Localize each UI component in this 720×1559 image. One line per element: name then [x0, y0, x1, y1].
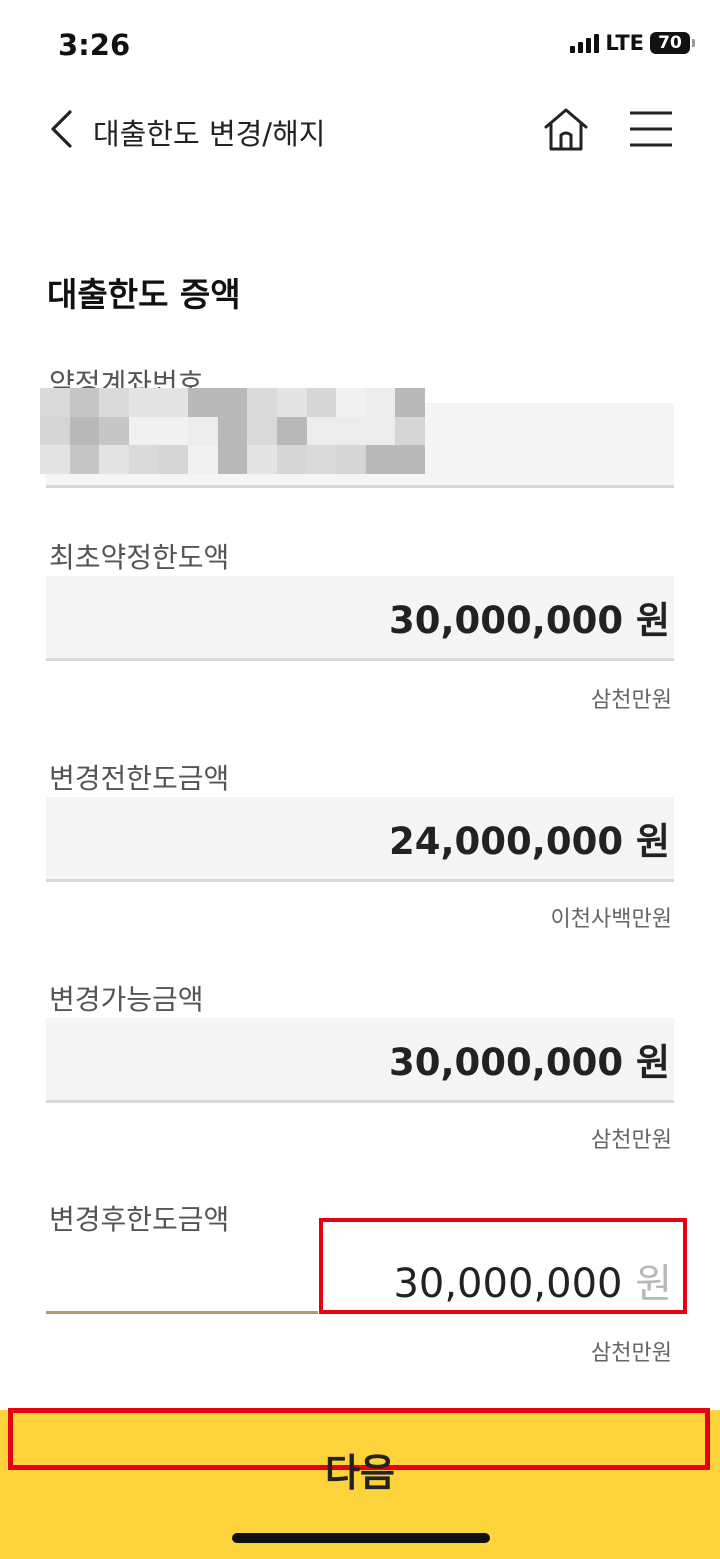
mosaic-cell	[247, 445, 277, 474]
limit-before-value: 24,000,000 원	[389, 820, 670, 863]
mosaic-cell	[365, 445, 396, 474]
initial-limit-value: 30,000,000 원	[389, 599, 670, 642]
mosaic-cell	[99, 445, 129, 474]
limit-after-label: 변경후한도금액	[49, 1203, 230, 1236]
mosaic-cell	[395, 445, 425, 474]
signal-icon	[570, 33, 600, 53]
home-indicator	[232, 1533, 490, 1543]
initial-limit-label: 최초약정한도액	[49, 541, 230, 574]
mosaic-cell	[69, 416, 100, 446]
limit-before-field: 24,000,000 원	[46, 797, 674, 882]
status-indicators: LTE 70	[570, 31, 695, 55]
mosaic-cell	[99, 388, 129, 417]
changeable-amount-field: 30,000,000 원	[46, 1018, 674, 1103]
mosaic-cell	[217, 416, 248, 446]
limit-before-in-words: 이천사백만원	[550, 907, 672, 932]
mosaic-cell	[69, 445, 100, 474]
mosaic-cell	[276, 416, 307, 446]
mosaic-cell	[336, 388, 366, 417]
mosaic-cell	[306, 445, 337, 474]
mosaic-cell	[188, 388, 218, 417]
mosaic-cell	[69, 388, 100, 417]
limit-after-in-words: 삼천만원	[591, 1341, 672, 1366]
navigation-bar: 대출한도 변경/해지	[0, 95, 720, 165]
mosaic-cell	[99, 416, 129, 446]
status-bar: 3:26 LTE 70	[0, 0, 720, 90]
mosaic-cell	[128, 445, 159, 474]
mosaic-cell	[306, 416, 337, 446]
menu-button[interactable]	[628, 109, 674, 149]
mosaic-cell	[158, 388, 189, 417]
hamburger-menu-icon	[630, 111, 672, 147]
status-time: 3:26	[58, 28, 131, 62]
mosaic-cell	[395, 416, 425, 446]
mosaic-cell	[247, 388, 277, 417]
mosaic-cell	[40, 445, 70, 474]
changeable-amount-in-words: 삼천만원	[591, 1128, 672, 1153]
home-icon	[544, 108, 588, 151]
initial-limit-in-words: 삼천만원	[591, 688, 672, 713]
mosaic-cell	[336, 445, 366, 474]
mosaic-cell	[40, 416, 70, 446]
back-button[interactable]	[44, 109, 84, 149]
mosaic-cell	[306, 388, 337, 417]
mosaic-cell	[40, 388, 70, 417]
mosaic-cell	[365, 416, 396, 446]
mosaic-cell	[395, 388, 425, 417]
mosaic-cell	[128, 388, 159, 417]
battery-icon: 70	[650, 32, 695, 54]
mosaic-cell	[247, 416, 277, 446]
changeable-amount-label: 변경가능금액	[49, 983, 204, 1016]
changeable-amount-value: 30,000,000 원	[389, 1041, 670, 1084]
mosaic-cell	[336, 416, 366, 446]
mosaic-cell	[276, 388, 307, 417]
network-type: LTE	[605, 31, 644, 55]
mosaic-cell	[188, 416, 218, 446]
limit-after-input-underline	[46, 1311, 318, 1314]
home-button[interactable]	[541, 105, 591, 155]
mosaic-cell	[188, 445, 218, 474]
next-button-label: 다음	[325, 1451, 395, 1495]
masked-account-number	[40, 388, 425, 474]
mosaic-cell	[158, 445, 189, 474]
limit-before-label: 변경전한도금액	[49, 762, 230, 795]
limit-after-highlight-box	[319, 1218, 687, 1314]
page-title: 대출한도 변경/해지	[93, 117, 326, 151]
mosaic-cell	[365, 388, 396, 417]
mosaic-cell	[276, 445, 307, 474]
mosaic-cell	[128, 416, 159, 446]
section-title: 대출한도 증액	[47, 275, 241, 314]
mosaic-cell	[217, 388, 248, 417]
initial-limit-field: 30,000,000 원	[46, 576, 674, 661]
back-chevron-icon	[51, 110, 72, 148]
mosaic-cell	[158, 416, 189, 446]
mosaic-cell	[217, 445, 248, 474]
